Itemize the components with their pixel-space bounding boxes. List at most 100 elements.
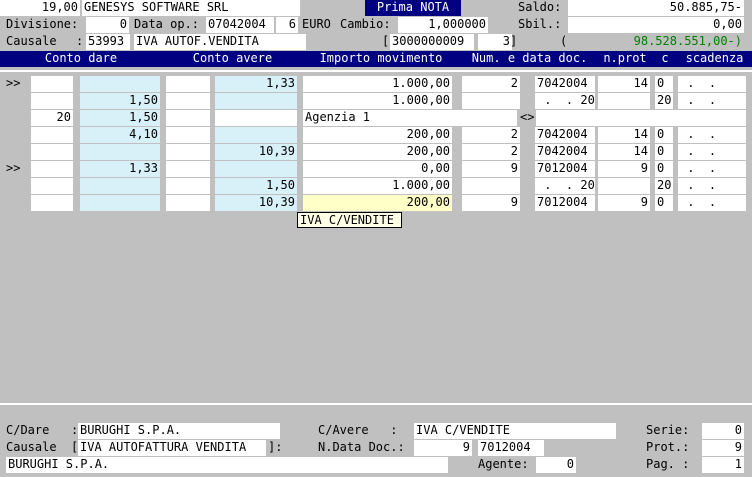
conto-avere-value[interactable] bbox=[215, 127, 297, 143]
conto-dare-code[interactable]: 20 bbox=[31, 110, 73, 126]
prot-cell[interactable]: 14 bbox=[598, 144, 650, 160]
causale-code-field[interactable]: 53993 bbox=[86, 34, 130, 50]
c-cell[interactable]: 0 bbox=[655, 144, 673, 160]
scadenza-cell[interactable]: . . 0 bbox=[678, 195, 746, 211]
conto-dare-code[interactable] bbox=[31, 161, 73, 177]
scadenza-cell[interactable]: . . 0 bbox=[678, 93, 746, 109]
conto-dare-value[interactable]: 1,33 bbox=[80, 161, 160, 177]
conto-dare-value[interactable]: 1,50 bbox=[80, 110, 160, 126]
importo-cell[interactable]: 200,00 bbox=[303, 195, 452, 211]
col-importo: Importo movimento bbox=[319, 51, 443, 65]
data-op-field[interactable]: 07042004 bbox=[206, 17, 274, 33]
conto-dare-value[interactable] bbox=[80, 195, 160, 211]
c-cell[interactable]: 20 bbox=[655, 178, 673, 194]
euro-label: EURO bbox=[302, 17, 331, 31]
doc-date-cell[interactable]: 7042004 bbox=[535, 76, 595, 92]
doc-number-cell[interactable]: 2 bbox=[462, 144, 520, 160]
doc-number-cell[interactable]: 9 bbox=[462, 161, 520, 177]
importo-cell[interactable]: 1.000,00 bbox=[303, 76, 452, 92]
conto-dare-code[interactable] bbox=[31, 144, 73, 160]
c-cell[interactable]: 0 bbox=[655, 195, 673, 211]
table-row[interactable]: 10,39 200,00 2 704200414 0 . . 0 bbox=[0, 144, 752, 160]
agenzia-extra-cell[interactable] bbox=[536, 110, 746, 126]
importo-cell[interactable]: 0,00 bbox=[303, 161, 452, 177]
reference-number[interactable]: 3 bbox=[478, 34, 512, 50]
cambio-field[interactable]: 1,000000 bbox=[398, 17, 488, 33]
conto-dare-code[interactable] bbox=[31, 127, 73, 143]
conto-avere-value[interactable]: 1,50 bbox=[215, 178, 297, 194]
conto-avere-code[interactable] bbox=[166, 161, 210, 177]
conto-avere-code[interactable] bbox=[166, 93, 210, 109]
table-row[interactable]: >> 1,33 1.000,00 2 704200414 0 . . 0 bbox=[0, 76, 752, 92]
col-conto-avere: Conto avere bbox=[192, 51, 273, 65]
c-cell[interactable]: 0 bbox=[655, 127, 673, 143]
conto-dare-code[interactable] bbox=[31, 93, 73, 109]
table-row[interactable]: 10,39200,009701200490 . . 0 bbox=[0, 195, 752, 211]
doc-number-cell[interactable]: 9 bbox=[462, 195, 520, 211]
doc-number-cell[interactable]: 2 bbox=[462, 76, 520, 92]
conto-avere-code[interactable] bbox=[166, 195, 210, 211]
prot-cell[interactable]: 14 bbox=[598, 76, 650, 92]
footer-causale-field: IVA AUTOFATTURA VENDITA bbox=[78, 440, 266, 456]
conto-avere-code[interactable] bbox=[166, 110, 210, 126]
doc-date-cell[interactable]: 7012004 bbox=[535, 161, 595, 177]
doc-number-cell[interactable] bbox=[462, 93, 520, 109]
divisione-field[interactable]: 0 bbox=[86, 17, 129, 33]
importo-cell[interactable]: 200,00 bbox=[303, 127, 452, 143]
conto-dare-value[interactable] bbox=[80, 178, 160, 194]
table-row[interactable]: 1,50 1.000,00 . . 200 20 . . 0 bbox=[0, 93, 752, 109]
conto-avere-code[interactable] bbox=[166, 178, 210, 194]
conto-dare-code[interactable] bbox=[31, 76, 73, 92]
conto-avere-code[interactable] bbox=[166, 144, 210, 160]
conto-avere-code[interactable] bbox=[166, 76, 210, 92]
conto-avere-code[interactable] bbox=[166, 127, 210, 143]
scadenza-cell[interactable]: . . 0 bbox=[678, 76, 746, 92]
data-op-number[interactable]: 6 bbox=[276, 17, 298, 33]
c-cell[interactable]: 0 bbox=[655, 76, 673, 92]
doc-date-cell[interactable]: 7042004 bbox=[535, 144, 595, 160]
table-row[interactable]: 1,50 1.000,00 . . 200 20 . . 0 bbox=[0, 178, 752, 194]
prot-cell[interactable]: 9 bbox=[598, 195, 650, 211]
table-row[interactable]: >>1,330,009701200490 . . 0 bbox=[0, 161, 752, 177]
ndata-date: 7012004 bbox=[478, 440, 544, 456]
prot-label: Prot.: bbox=[646, 440, 690, 454]
conto-dare-code[interactable] bbox=[31, 178, 73, 194]
conto-avere-value[interactable]: 10,39 bbox=[215, 195, 297, 211]
scadenza-cell[interactable]: . . 0 bbox=[678, 127, 746, 143]
conto-dare-value[interactable] bbox=[80, 144, 160, 160]
serie-label: Serie: bbox=[646, 423, 690, 437]
scadenza-cell[interactable]: . . 0 bbox=[678, 161, 746, 177]
reference-field[interactable]: 3000000009 bbox=[390, 34, 474, 50]
table-row[interactable]: 4,10 200,00 2 704200414 0 . . 0 bbox=[0, 127, 752, 143]
conto-dare-value[interactable]: 4,10 bbox=[80, 127, 160, 143]
prot-cell[interactable] bbox=[598, 178, 650, 194]
importo-cell[interactable]: 1.000,00 bbox=[303, 93, 452, 109]
conto-dare-value[interactable] bbox=[80, 76, 160, 92]
c-cell[interactable]: 0 bbox=[655, 161, 673, 177]
col-scadenza: scadenza bbox=[685, 51, 744, 65]
importo-cell[interactable]: 1.000,00 bbox=[303, 178, 452, 194]
prot-cell[interactable]: 14 bbox=[598, 127, 650, 143]
scadenza-cell[interactable]: . . 0 bbox=[678, 144, 746, 160]
doc-date-cell[interactable]: . . 200 bbox=[535, 93, 595, 109]
conto-avere-value[interactable]: 1,33 bbox=[215, 76, 297, 92]
scadenza-cell[interactable]: . . 0 bbox=[678, 178, 746, 194]
doc-number-cell[interactable]: 2 bbox=[462, 127, 520, 143]
conto-avere-value[interactable]: 10,39 bbox=[215, 144, 297, 160]
doc-number-cell[interactable] bbox=[462, 178, 520, 194]
conto-avere-value[interactable] bbox=[215, 93, 297, 109]
conto-avere-value[interactable] bbox=[215, 161, 297, 177]
conto-avere-value[interactable] bbox=[215, 110, 297, 126]
agenzia-cell[interactable]: Agenzia 1 bbox=[303, 110, 517, 126]
doc-date-cell[interactable]: 7012004 bbox=[535, 195, 595, 211]
c-cell[interactable]: 20 bbox=[655, 93, 673, 109]
table-row[interactable]: 20 1,50 Agenzia 1 <> bbox=[0, 110, 752, 126]
footer-name-field: BURUGHI S.P.A. bbox=[6, 457, 448, 473]
prot-cell[interactable] bbox=[598, 93, 650, 109]
doc-date-cell[interactable]: 7042004 bbox=[535, 127, 595, 143]
conto-dare-code[interactable] bbox=[31, 195, 73, 211]
importo-cell[interactable]: 200,00 bbox=[303, 144, 452, 160]
prot-cell[interactable]: 9 bbox=[598, 161, 650, 177]
conto-dare-value[interactable]: 1,50 bbox=[80, 93, 160, 109]
doc-date-cell[interactable]: . . 200 bbox=[535, 178, 595, 194]
